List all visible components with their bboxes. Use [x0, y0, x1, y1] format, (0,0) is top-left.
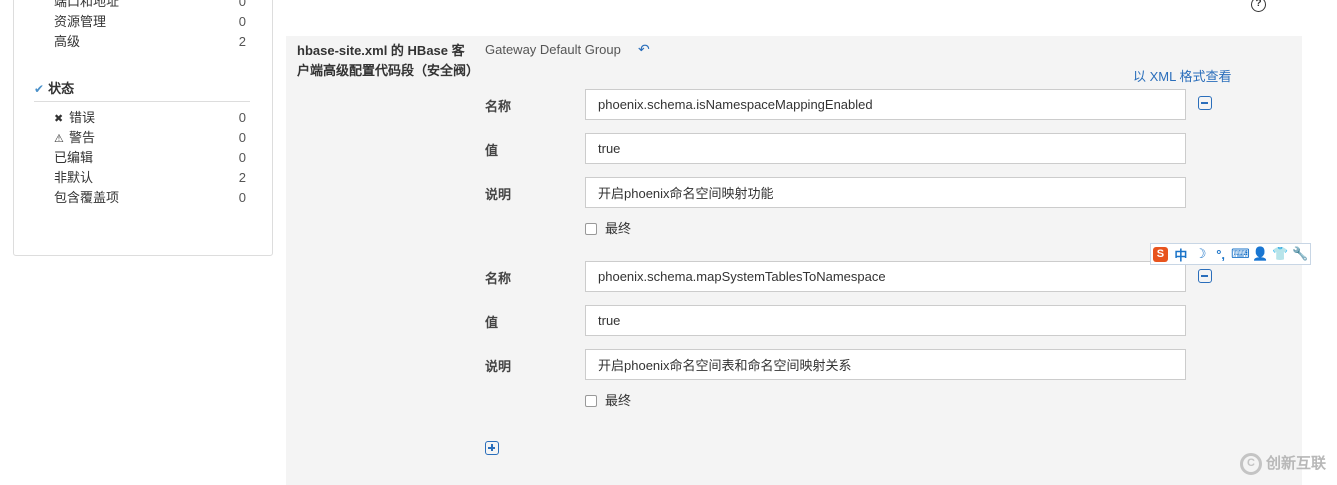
entry-1-name-input[interactable] — [585, 89, 1186, 120]
sidebar-item-resource-mgmt[interactable]: 资源管理 0 — [54, 12, 246, 32]
entry-2-final-checkbox[interactable] — [585, 395, 597, 407]
remove-entry-2-button[interactable] — [1198, 269, 1212, 283]
sidebar-item-count: 2 — [238, 170, 246, 185]
sidebar-item-label: 已编辑 — [54, 150, 94, 165]
config-group-name: Gateway Default Group — [485, 42, 621, 57]
entry-1-name-label: 名称 — [485, 99, 512, 114]
error-icon: ✖ — [54, 113, 64, 125]
view-as-xml-link[interactable]: 以 XML 格式查看 — [1133, 66, 1231, 85]
sidebar-item-label: 包含覆盖项 — [54, 190, 120, 205]
entry-2-final-row[interactable]: 最终 — [585, 390, 631, 409]
remove-entry-1-button[interactable] — [1198, 96, 1212, 110]
entry-1-final-row[interactable]: 最终 — [585, 218, 631, 237]
punctuation-icon[interactable]: °, — [1211, 247, 1231, 262]
sidebar-item-label: 端口和地址 — [54, 0, 120, 9]
shirt-icon[interactable]: 👕 — [1270, 246, 1290, 262]
watermark-text: 创新互联 — [1266, 455, 1327, 472]
entry-1-value-label: 值 — [485, 143, 499, 158]
entry-1-final-label: 最终 — [605, 221, 632, 236]
chevron-down-icon: ✔ — [34, 82, 45, 96]
undo-icon[interactable]: ↶ — [638, 41, 650, 58]
sidebar-item-non-default[interactable]: 非默认 2 — [54, 168, 246, 188]
status-section-title: 状态 — [48, 81, 75, 96]
ime-lang-toggle[interactable]: 中 — [1171, 245, 1191, 264]
sidebar-item-count: 0 — [238, 150, 246, 165]
keyboard-icon[interactable]: ⌨ — [1231, 246, 1251, 262]
entry-1-final-checkbox[interactable] — [585, 223, 597, 235]
sidebar-item-warning[interactable]: ⚠ 警告 0 — [54, 128, 246, 148]
sidebar-item-label: 非默认 — [54, 170, 94, 185]
entry-2-value-input[interactable] — [585, 305, 1186, 336]
entry-2-desc-label: 说明 — [485, 359, 512, 374]
watermark-logo-icon: C — [1240, 453, 1262, 476]
entry-2-name-input[interactable] — [585, 261, 1186, 292]
status-section-header[interactable]: ✔ 状态 — [34, 80, 250, 102]
sidebar-item-label: 资源管理 — [54, 14, 107, 29]
sidebar-item-label: 错误 — [69, 110, 96, 125]
property-title: hbase-site.xml 的 HBase 客户端高级配置代码段（安全阀） — [297, 43, 480, 78]
entry-1-desc-input[interactable] — [585, 177, 1186, 208]
sidebar-item-ports[interactable]: 端口和地址 0 — [54, 0, 246, 12]
entry-1-value-input[interactable] — [585, 133, 1186, 164]
sidebar-item-edited[interactable]: 已编辑 0 — [54, 148, 246, 168]
entry-1-desc-label: 说明 — [485, 187, 512, 202]
sidebar-item-advanced[interactable]: 高级 2 — [54, 32, 246, 52]
help-icon[interactable]: ? — [1251, 0, 1266, 12]
sidebar-item-count: 0 — [238, 0, 246, 9]
sidebar-item-error[interactable]: ✖ 错误 0 — [54, 108, 246, 128]
warning-icon: ⚠ — [54, 133, 64, 145]
sidebar-item-count: 2 — [238, 34, 246, 49]
sidebar-item-label: 高级 — [54, 34, 81, 49]
sidebar-item-count: 0 — [238, 110, 246, 125]
sidebar-item-label: 警告 — [69, 130, 96, 145]
user-icon[interactable]: 👤 — [1250, 246, 1270, 262]
ime-logo-icon[interactable]: S — [1153, 246, 1168, 262]
sidebar-item-overrides[interactable]: 包含覆盖项 0 — [54, 188, 246, 208]
entry-2-desc-input[interactable] — [585, 349, 1186, 380]
entry-2-name-label: 名称 — [485, 271, 512, 286]
entry-2-value-label: 值 — [485, 315, 499, 330]
entry-2-final-label: 最终 — [605, 393, 632, 408]
sidebar-item-count: 0 — [238, 190, 246, 205]
moon-icon[interactable]: ☽ — [1191, 246, 1211, 262]
sidebar-filter-panel: 端口和地址 0 资源管理 0 高级 2 ✔ 状态 ✖ 错误 0 ⚠ 警告 0 已编辑 … — [13, 0, 273, 256]
add-entry-button[interactable] — [485, 441, 499, 455]
wrench-icon[interactable]: 🔧 — [1290, 246, 1310, 262]
sidebar-item-count: 0 — [238, 130, 246, 145]
ime-toolbar: S 中 ☽ °, ⌨ 👤 👕 🔧 — [1150, 243, 1311, 265]
sidebar-item-count: 0 — [238, 14, 246, 29]
watermark: C 创新互联 — [1240, 452, 1327, 476]
